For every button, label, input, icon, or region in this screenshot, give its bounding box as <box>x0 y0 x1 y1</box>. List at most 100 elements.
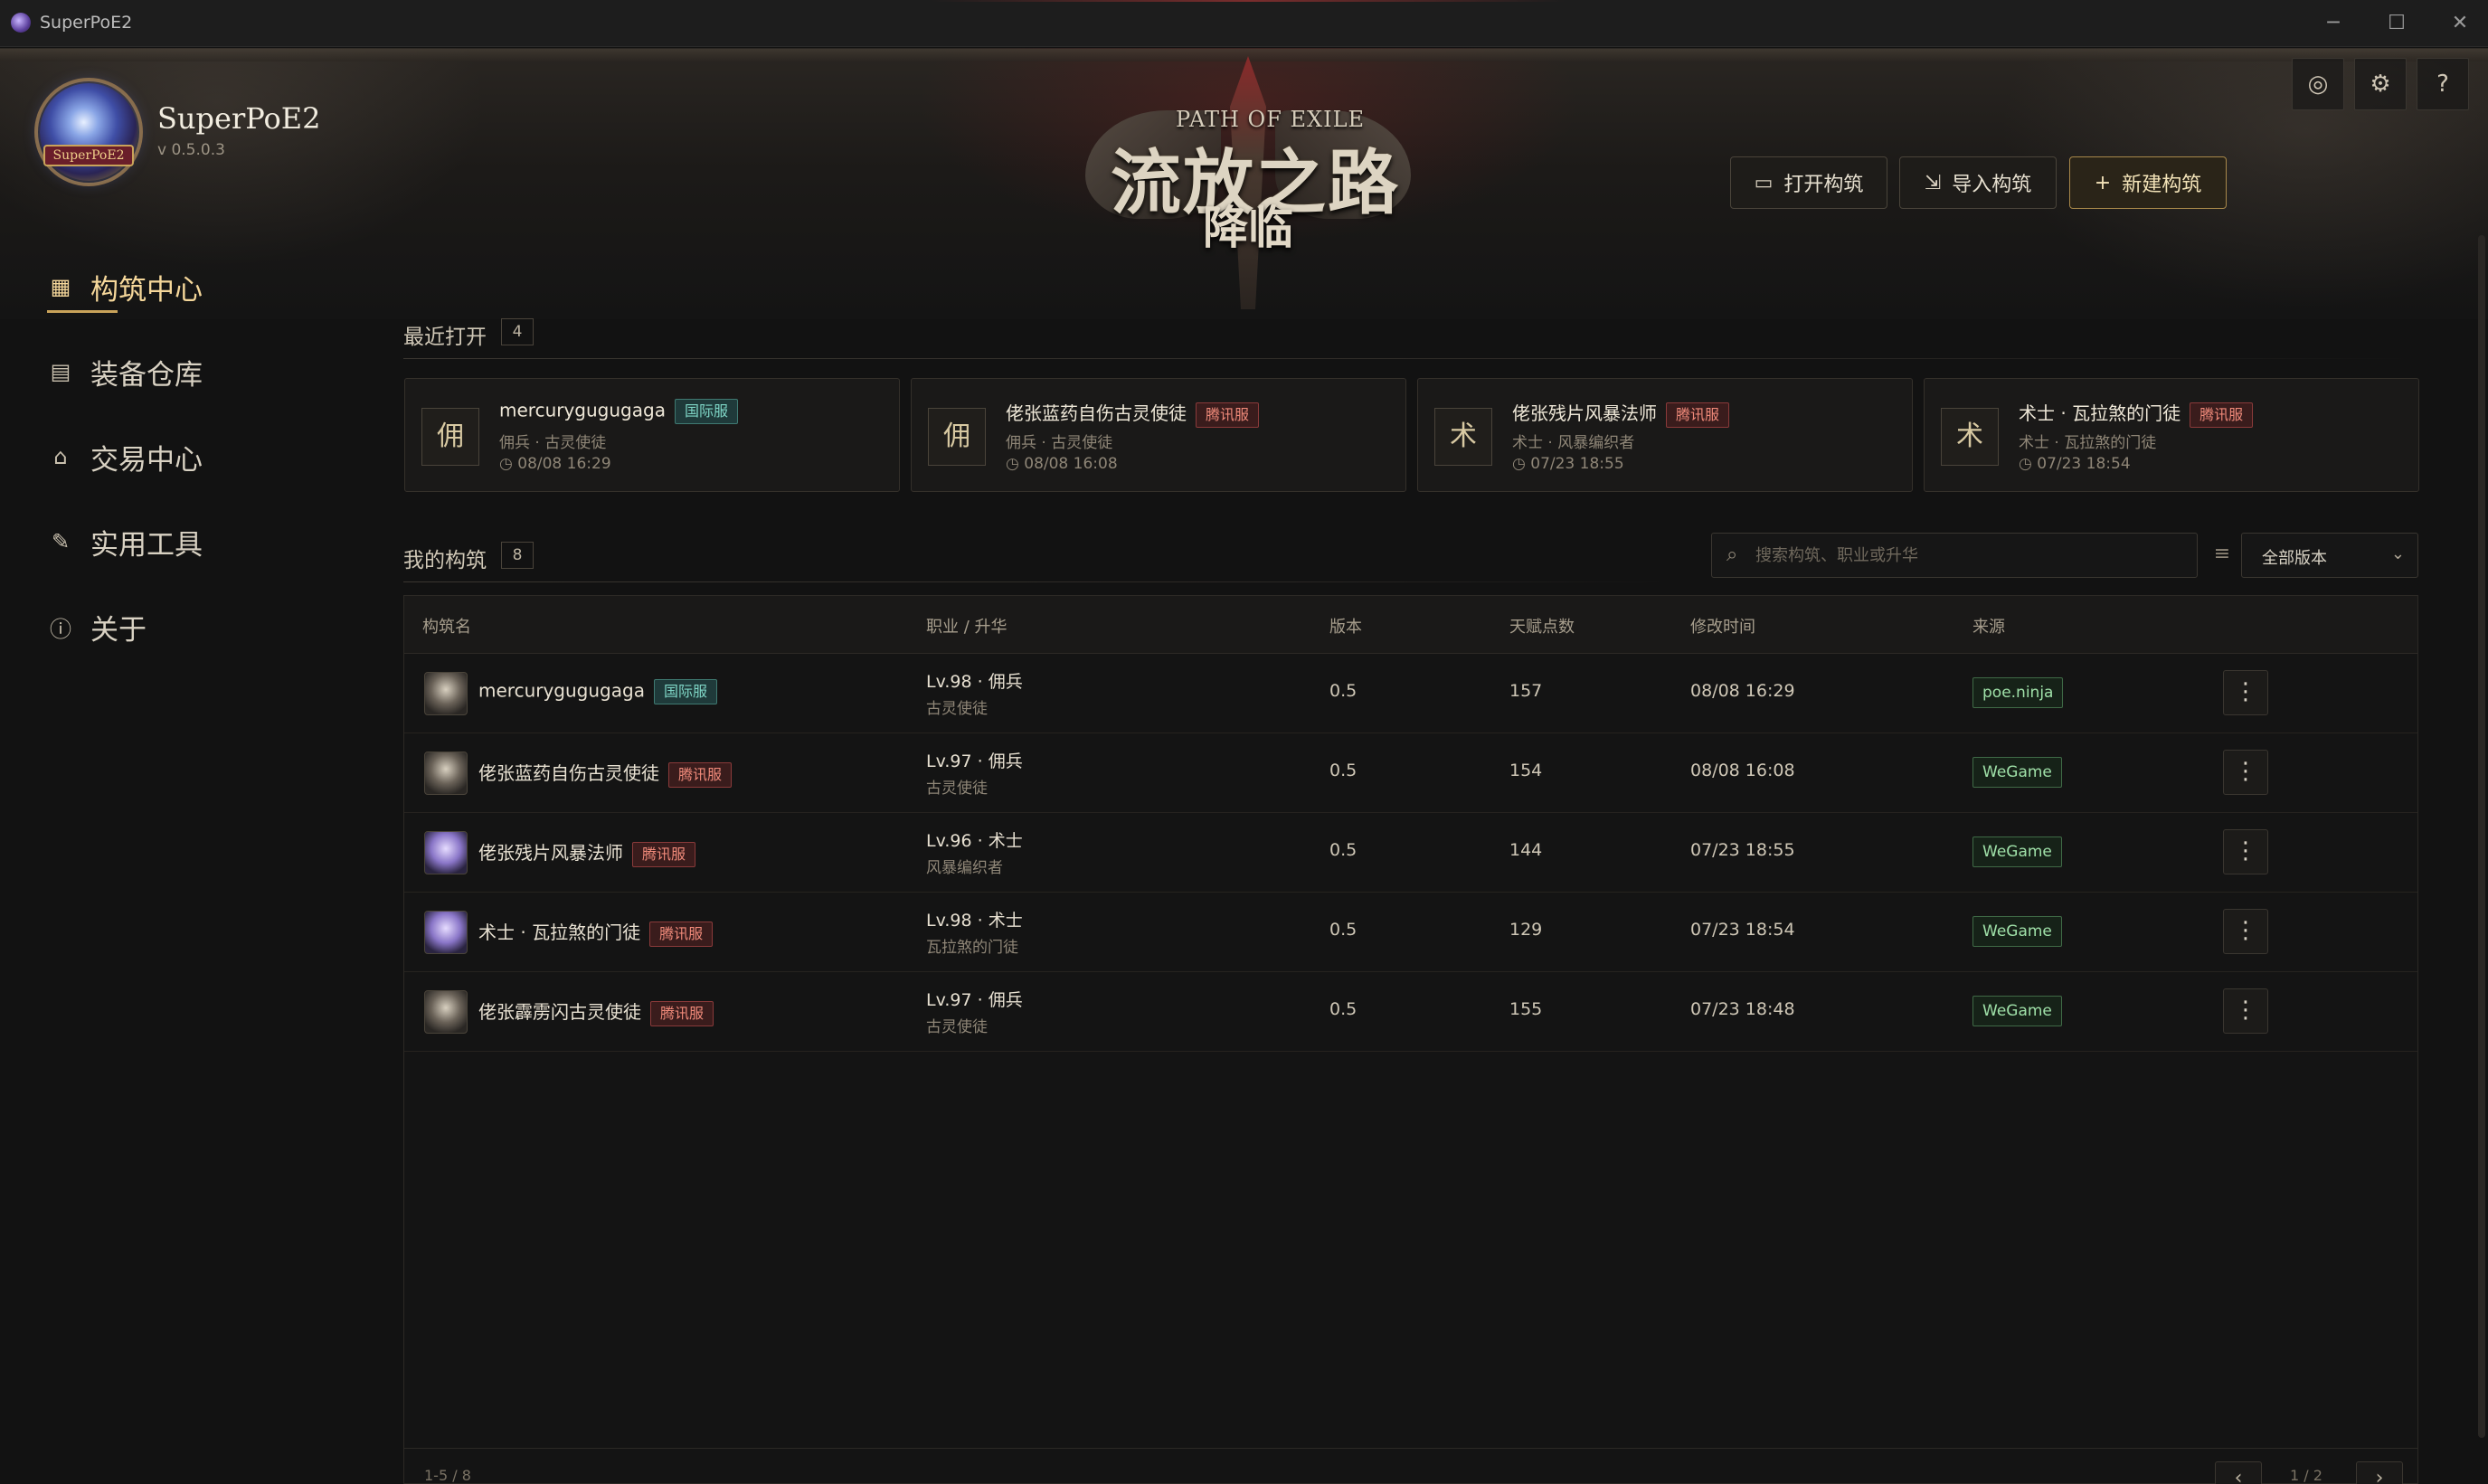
close-button[interactable]: ✕ <box>2433 5 2487 42</box>
title-accent-line <box>932 0 1565 2</box>
table-row[interactable]: 佬张残片风暴法师 腾讯服 Lv.96 · 术士 风暴编织者 0.5 144 07/… <box>404 813 2417 893</box>
version-select[interactable]: 全部版本 ⌄ <box>2241 533 2418 578</box>
source-badge: WeGame <box>1972 996 2062 1026</box>
sidebar-item-about[interactable]: ⓘ 关于 <box>47 604 147 649</box>
new-build-label: 新建构筑 <box>2122 174 2202 196</box>
builds-table: 构筑名 职业 / 升华 版本 天赋点数 修改时间 来源 mercurygugug… <box>403 595 2418 1484</box>
search-field[interactable]: ⌕ <box>1711 533 2198 578</box>
next-page-button[interactable]: › <box>2356 1461 2403 1484</box>
sidebar-item-build-center[interactable]: ▦ 构筑中心 <box>47 264 203 309</box>
recent-card-name: 佬张蓝药自伤古灵使徒 <box>1006 402 1187 424</box>
build-modified: 07/23 18:55 <box>1690 840 1795 860</box>
class-avatar <box>424 751 468 795</box>
recent-card-name: 术士 · 瓦拉煞的门徒 <box>2019 402 2181 424</box>
filter-icon[interactable]: ≡ <box>2210 543 2234 566</box>
maximize-button[interactable]: ☐ <box>2370 5 2424 42</box>
sidebar-item-label: 构筑中心 <box>90 273 203 307</box>
window-title: SuperPoE2 <box>40 13 133 33</box>
build-name-cell: mercurygugugaga 国际服 <box>478 679 717 704</box>
class-avatar <box>424 990 468 1034</box>
recent-card-time-row: ◷ 08/08 16:29 <box>499 455 611 473</box>
build-version: 0.5 <box>1329 920 1358 940</box>
grid-icon: ▦ <box>50 274 71 299</box>
pagination-range: 1-5 / 8 <box>424 1467 471 1484</box>
build-name: 佬张蓝药自伤古灵使徒 <box>478 762 659 784</box>
open-build-button[interactable]: ▭ 打开构筑 <box>1730 156 1887 209</box>
box-icon: ▤ <box>50 359 71 384</box>
build-version: 0.5 <box>1329 840 1358 860</box>
table-row[interactable]: mercurygugugaga 国际服 Lv.98 · 佣兵 古灵使徒 0.5 1… <box>404 654 2417 733</box>
build-name: 术士 · 瓦拉煞的门徒 <box>478 922 641 943</box>
table-row[interactable]: 佬张霹雳闪古灵使徒 腾讯服 Lv.97 · 佣兵 古灵使徒 0.5 155 07/… <box>404 972 2417 1052</box>
sidebar-item-tools[interactable]: ✎ 实用工具 <box>47 519 203 564</box>
build-name-cell: 佬张残片风暴法师 腾讯服 <box>478 838 696 867</box>
build-ascendancy: 风暴编织者 <box>926 859 1003 877</box>
builds-count: 8 <box>501 542 534 569</box>
app-version: v 0.5.0.3 <box>157 141 225 159</box>
table-footer: 1-5 / 8 ‹ 1 / 2 › <box>404 1448 2417 1484</box>
scrollbar[interactable] <box>2478 235 2485 1438</box>
recent-card[interactable]: 佣 mercurygugugaga 国际服 佣兵 · 古灵使徒 ◷ 08/08 1… <box>404 378 900 492</box>
table-row[interactable]: 术士 · 瓦拉煞的门徒 腾讯服 Lv.98 · 术士 瓦拉煞的门徒 0.5 129… <box>404 893 2417 972</box>
recent-card-name-row: mercurygugugaga 国际服 <box>499 399 738 424</box>
recent-card-time: 07/23 18:54 <box>2037 455 2131 473</box>
build-level: Lv.96 · 术士 <box>926 831 1023 851</box>
more-options-button[interactable]: ⋮ <box>2223 750 2268 795</box>
build-modified: 08/08 16:29 <box>1690 681 1795 701</box>
game-logo-subtitle: 降临 <box>1203 201 1293 254</box>
column-header-name[interactable]: 构筑名 <box>422 614 471 638</box>
clock-icon: ◷ <box>499 455 518 473</box>
more-options-button[interactable]: ⋮ <box>2223 829 2268 874</box>
column-header-source[interactable]: 来源 <box>1972 614 2005 638</box>
source-badge: poe.ninja <box>1972 677 2064 708</box>
recent-card[interactable]: 佣 佬张蓝药自伤古灵使徒 腾讯服 佣兵 · 古灵使徒 ◷ 08/08 16:08 <box>911 378 1406 492</box>
recent-count: 4 <box>501 318 534 345</box>
builds-title: 我的构筑 <box>403 549 487 572</box>
more-options-button[interactable]: ⋮ <box>2223 988 2268 1034</box>
server-badge: 腾讯服 <box>1666 402 1730 428</box>
active-nav-underline <box>47 310 118 313</box>
clock-icon: ◷ <box>1006 455 1025 473</box>
build-version: 0.5 <box>1329 681 1358 701</box>
server-badge: 国际服 <box>674 399 738 424</box>
column-header-version[interactable]: 版本 <box>1329 614 1362 638</box>
class-avatar <box>424 911 468 954</box>
recent-card-meta: 佣兵 · 古灵使徒 <box>499 434 607 452</box>
source-badge: WeGame <box>1972 837 2062 867</box>
build-name: 佬张霹雳闪古灵使徒 <box>478 1001 641 1023</box>
sidebar-item-trade[interactable]: ⌂ 交易中心 <box>47 434 203 479</box>
capture-icon[interactable]: ◎ <box>2292 58 2344 110</box>
chevron-down-icon: ⌄ <box>2390 544 2405 563</box>
build-points: 144 <box>1509 840 1543 860</box>
search-input[interactable] <box>1755 541 2181 570</box>
import-build-button[interactable]: ⇲ 导入构筑 <box>1899 156 2057 209</box>
build-level: Lv.98 · 佣兵 <box>926 672 1023 692</box>
recent-card-meta: 术士 · 瓦拉煞的门徒 <box>2019 434 2157 452</box>
app-logo-banner: SuperPoE2 <box>43 145 134 166</box>
build-name-cell: 术士 · 瓦拉煞的门徒 腾讯服 <box>478 918 714 947</box>
build-modified: 07/23 18:54 <box>1690 920 1795 940</box>
new-build-button[interactable]: + 新建构筑 <box>2069 156 2227 209</box>
recent-card-name-row: 术士 · 瓦拉煞的门徒 腾讯服 <box>2019 399 2254 428</box>
table-row[interactable]: 佬张蓝药自伤古灵使徒 腾讯服 Lv.97 · 佣兵 古灵使徒 0.5 154 08… <box>404 733 2417 813</box>
help-icon[interactable]: ? <box>2417 58 2469 110</box>
recent-card-name-row: 佬张残片风暴法师 腾讯服 <box>1512 399 1730 428</box>
minimize-button[interactable]: ─ <box>2306 5 2360 42</box>
gear-icon[interactable]: ⚙ <box>2354 58 2407 110</box>
sidebar-item-equipment[interactable]: ▤ 装备仓库 <box>47 349 203 394</box>
recent-card[interactable]: 术 术士 · 瓦拉煞的门徒 腾讯服 术士 · 瓦拉煞的门徒 ◷ 07/23 18:… <box>1924 378 2419 492</box>
column-header-class[interactable]: 职业 / 升华 <box>926 614 1007 638</box>
class-glyph: 术 <box>1434 408 1492 466</box>
more-options-button[interactable]: ⋮ <box>2223 909 2268 954</box>
column-header-points[interactable]: 天赋点数 <box>1509 614 1575 638</box>
recent-card[interactable]: 术 佬张残片风暴法师 腾讯服 术士 · 风暴编织者 ◷ 07/23 18:55 <box>1417 378 1913 492</box>
recent-card-name: 佬张残片风暴法师 <box>1512 402 1657 424</box>
recent-title: 最近打开 <box>403 326 487 349</box>
server-badge: 腾讯服 <box>650 1000 714 1026</box>
prev-page-button[interactable]: ‹ <box>2215 1461 2262 1484</box>
class-glyph: 佣 <box>421 408 479 466</box>
class-glyph: 佣 <box>928 408 986 466</box>
column-header-modified[interactable]: 修改时间 <box>1690 614 1755 638</box>
more-options-button[interactable]: ⋮ <box>2223 670 2268 715</box>
build-ascendancy: 瓦拉煞的门徒 <box>926 939 1018 957</box>
